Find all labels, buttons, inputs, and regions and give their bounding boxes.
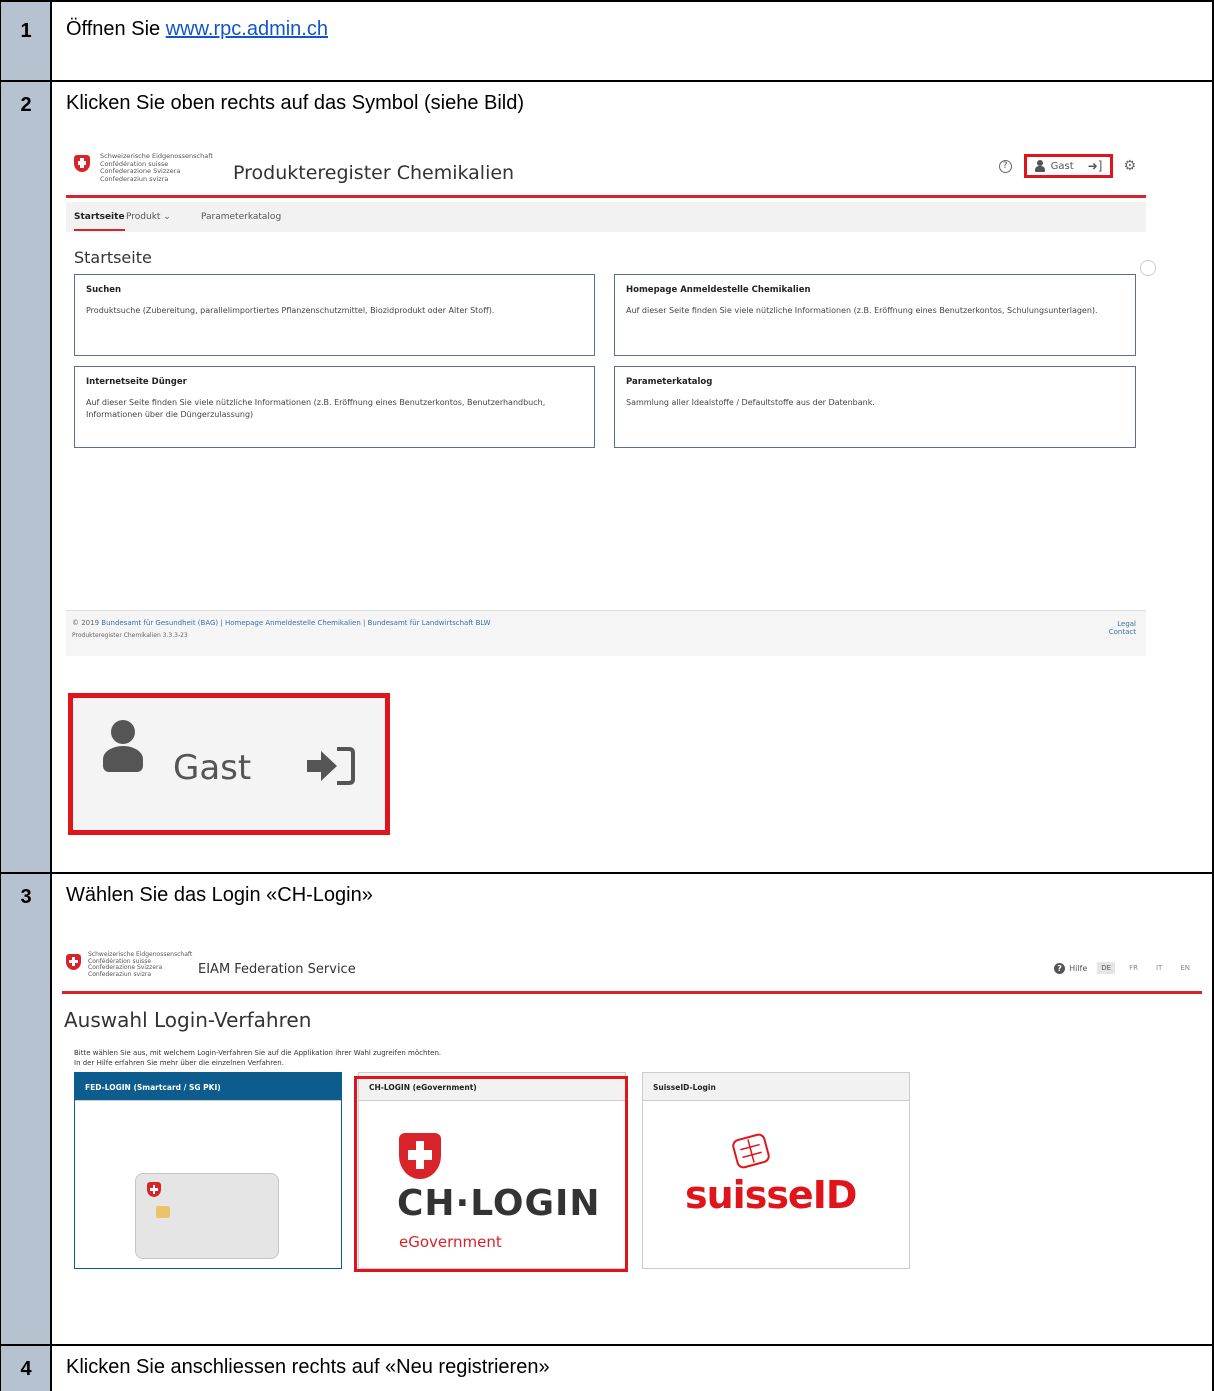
confed-line: Confederaziun svizra (100, 174, 169, 183)
user-icon (103, 720, 143, 800)
rpc-admin-link[interactable]: www.rpc.admin.ch (166, 18, 328, 40)
screenshot-produkteregister: Schweizerische Eidgenossenschaft Confédé… (66, 140, 1156, 660)
footer-legal-link[interactable]: Legal (1109, 620, 1136, 628)
footer-link-blw[interactable]: Bundesamt für Landwirtschaft BLW (368, 619, 491, 627)
login-option-fed[interactable]: FED-LOGIN (Smartcard / SG PKI) (74, 1072, 342, 1269)
ch-login-highlight (354, 1076, 628, 1272)
lang-fr[interactable]: FR (1125, 962, 1142, 974)
app-title: Produkteregister Chemikalien (233, 162, 515, 184)
intro-line: Bitte wählen Sie aus, mit welchem Login-… (74, 1049, 442, 1057)
login-option-suisseid[interactable]: SuisseID-Login suisseID (642, 1072, 910, 1269)
footer-right: Legal Contact (1109, 620, 1136, 636)
step-number: 3 (20, 886, 32, 908)
nav-item-parameterkatalog[interactable]: Parameterkatalog (201, 212, 281, 222)
gear-icon[interactable]: ⚙ (1123, 158, 1136, 174)
page-heading: Startseite (74, 248, 152, 267)
step-text: Wählen Sie das Login «CH-Login» (66, 884, 373, 906)
suisseid-chip-icon (732, 1133, 770, 1169)
page-heading: Auswahl Login-Verfahren (64, 1008, 312, 1032)
step-number: 1 (20, 20, 32, 42)
confed-line: Confederaziun svizra (88, 970, 152, 978)
lang-it[interactable]: IT (1152, 962, 1166, 974)
header-actions: ? Hilfe DE FR IT EN (1054, 962, 1194, 974)
step-text-prefix: Öffnen Sie (66, 18, 166, 40)
app-header: Schweizerische Eidgenossenschaft Confédé… (66, 140, 1146, 198)
instruction-document: 1 Öffnen Sie www.rpc.admin.ch 2 Klicken … (0, 0, 1214, 1391)
zoomed-login-detail: Gast (68, 693, 390, 835)
user-label: Gast (1050, 160, 1074, 172)
footer-link-bag[interactable]: Bundesamt für Gesundheit (BAG) (101, 619, 218, 627)
user-icon (1034, 160, 1045, 172)
step-text: Öffnen Sie www.rpc.admin.ch (66, 18, 328, 41)
row-divider (0, 872, 1214, 874)
row-divider (0, 1344, 1214, 1346)
smartcard-icon (135, 1173, 279, 1259)
card-homepage-anmeldestelle[interactable]: Homepage Anmeldestelle Chemikalien Auf d… (614, 274, 1136, 356)
nav-item-startseite[interactable]: Startseite (74, 212, 125, 231)
footer-version: Produkteregister Chemikalien 3.3.3-23 (72, 632, 188, 639)
confederation-label: Schweizerische Eidgenossenschaft Confédé… (88, 951, 192, 978)
login-icon[interactable] (305, 746, 355, 786)
collapse-handle-icon[interactable] (1140, 260, 1156, 276)
main-nav: Startseite Produkt ⌄ Parameterkatalog (66, 202, 1146, 232)
footer-link-anmeldestelle[interactable]: Homepage Anmeldestelle Chemikalien (225, 619, 361, 627)
app-title: EIAM Federation Service (198, 962, 356, 977)
help-icon[interactable]: ? (1054, 962, 1066, 974)
option-header: FED-LOGIN (Smartcard / SG PKI) (75, 1073, 341, 1101)
option-header: SuisseID-Login (643, 1073, 909, 1101)
help-icon[interactable]: ? (998, 159, 1012, 173)
user-label: Gast (173, 748, 252, 788)
nav-item-produkt[interactable]: Produkt ⌄ (126, 212, 171, 222)
card-body: Auf dieser Seite finden Sie viele nützli… (626, 306, 1098, 315)
eiam-header: Schweizerische Eidgenossenschaft Confédé… (62, 944, 1202, 994)
app-footer: © 2019 Bundesamt für Gesundheit (BAG) | … (66, 610, 1146, 656)
intro-text: Bitte wählen Sie aus, mit welchem Login-… (74, 1048, 441, 1068)
step-text: Klicken Sie oben rechts auf das Symbol (… (66, 92, 525, 114)
card-parameterkatalog[interactable]: Parameterkatalog Sammlung aller Idealsto… (614, 366, 1136, 448)
card-internetseite-duenger[interactable]: Internetseite Dünger Auf dieser Seite fi… (74, 366, 595, 448)
suisseid-logo-text: suisseID (685, 1173, 857, 1217)
screenshot-eiam-login: Schweizerische Eidgenossenschaft Confédé… (62, 944, 1202, 1274)
step-number-column (0, 0, 52, 1391)
intro-line: In der Hilfe erfahren Sie mehr über die … (74, 1059, 284, 1067)
card-body: Auf dieser Seite finden Sie viele nützli… (86, 398, 546, 419)
confederation-label: Schweizerische Eidgenossenschaft Confédé… (100, 152, 213, 183)
step-number: 4 (20, 1358, 32, 1380)
card-title: Internetseite Dünger (86, 377, 187, 387)
swiss-flag-icon (66, 954, 81, 970)
row-divider (0, 80, 1214, 82)
card-suchen[interactable]: Suchen Produktsuche (Zubereitung, parall… (74, 274, 595, 356)
footer-links: © 2019 Bundesamt für Gesundheit (BAG) | … (72, 619, 491, 627)
card-title: Homepage Anmeldestelle Chemikalien (626, 285, 811, 295)
lang-en[interactable]: EN (1176, 962, 1194, 974)
lang-de[interactable]: DE (1097, 962, 1116, 974)
step-text: Klicken Sie anschliessen rechts auf «Neu… (66, 1356, 550, 1378)
step-number: 2 (20, 94, 32, 116)
help-label[interactable]: Hilfe (1069, 964, 1087, 973)
card-title: Suchen (86, 285, 122, 295)
card-body: Produktsuche (Zubereitung, parallelimpor… (86, 306, 495, 315)
row-divider (0, 0, 1214, 2)
card-title: Parameterkatalog (626, 377, 713, 387)
footer-contact-link[interactable]: Contact (1109, 628, 1136, 636)
card-body: Sammlung aller Idealstoffe / Defaultstof… (626, 398, 875, 407)
login-icon[interactable]: ➜] (1088, 159, 1103, 173)
swiss-flag-icon (74, 155, 90, 172)
user-login-highlight[interactable]: Gast ➜] (1023, 154, 1114, 178)
header-actions: ? Gast ➜] ⚙ (998, 152, 1136, 180)
footer-copyright: © 2019 (72, 619, 100, 627)
